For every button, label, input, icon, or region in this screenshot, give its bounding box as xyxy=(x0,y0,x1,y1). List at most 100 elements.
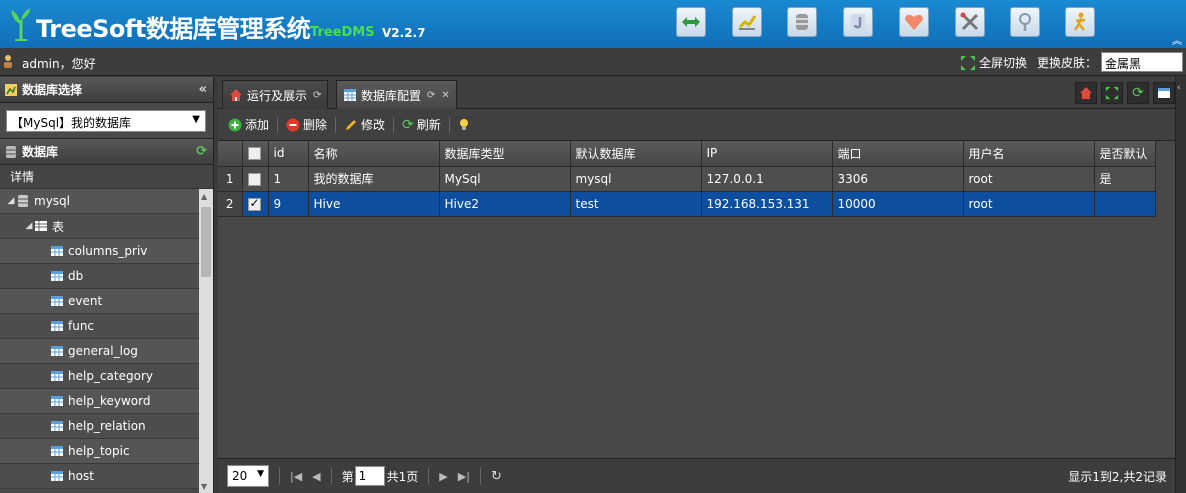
table-cell[interactable]: mysql xyxy=(570,166,702,192)
page-size-select[interactable]: 20 ▼ xyxy=(227,465,269,487)
tree-item[interactable]: host xyxy=(0,464,213,489)
database-button[interactable] xyxy=(787,7,817,37)
row-checkbox-cell[interactable] xyxy=(242,166,269,192)
tree-item[interactable]: columns_priv xyxy=(0,239,213,264)
database-select[interactable]: 【MySql】我的数据库 ▼ xyxy=(6,110,206,132)
reload-icon[interactable]: ↻ xyxy=(491,469,502,484)
tree-expand-icon[interactable]: ◢ xyxy=(24,221,34,231)
close-icon[interactable]: ✕ xyxy=(441,90,449,101)
swap-button[interactable] xyxy=(676,7,706,37)
table-row[interactable]: 29HiveHive2test192.168.153.13110000root xyxy=(218,191,1156,217)
column-header[interactable]: 数据库类型 xyxy=(439,141,571,167)
j-button[interactable] xyxy=(843,7,873,37)
tree-item-label: db xyxy=(68,269,84,283)
refresh-button[interactable]: ⟳ 刷新 xyxy=(402,116,441,133)
tools-button[interactable] xyxy=(955,7,985,37)
select-all-checkbox[interactable] xyxy=(247,147,261,161)
table-cell[interactable] xyxy=(1094,191,1156,217)
table-cell[interactable]: 我的数据库 xyxy=(308,166,440,192)
scroll-up-icon[interactable]: ▲ xyxy=(201,192,207,201)
tree-scrollbar[interactable]: ▲ ▼ xyxy=(199,189,213,493)
tree-item-label: columns_priv xyxy=(68,244,148,258)
column-header[interactable]: 端口 xyxy=(832,141,964,167)
table-cell[interactable]: 是 xyxy=(1094,166,1156,192)
tree-item[interactable]: func xyxy=(0,314,213,339)
tab-run-display[interactable]: 运行及展示 ⟳ xyxy=(222,80,329,109)
grid-toolbar: 添加 删除 修改 ⟳ 刷新 xyxy=(218,109,1175,141)
first-page-icon[interactable]: |◀ xyxy=(290,470,302,483)
column-header[interactable]: 是否默认 xyxy=(1094,141,1156,167)
page-number-input[interactable]: 1 xyxy=(354,466,385,486)
scroll-down-icon[interactable]: ▼ xyxy=(201,482,207,491)
tree-item[interactable]: db xyxy=(0,264,213,289)
fullscreen-toggle[interactable]: 全屏切换 xyxy=(960,54,1027,71)
favorite-button[interactable] xyxy=(899,7,929,37)
tab-refresh-icon[interactable]: ⟳ xyxy=(313,90,321,101)
table-cell[interactable]: 1 xyxy=(268,166,309,192)
record-info: 显示1到2,共2记录 xyxy=(1068,470,1167,484)
next-page-icon[interactable]: ▶ xyxy=(439,470,447,483)
tab-db-config[interactable]: 数据库配置 ⟳ ✕ xyxy=(336,80,457,109)
chart-button[interactable] xyxy=(732,7,762,37)
row-checkbox-cell[interactable] xyxy=(242,191,269,217)
select-all-header[interactable] xyxy=(242,141,269,167)
collapse-header-icon[interactable]: ︽ xyxy=(1172,32,1182,47)
collapse-left-icon[interactable]: « xyxy=(199,82,207,97)
home-button[interactable] xyxy=(1075,82,1097,104)
delete-button[interactable]: 删除 xyxy=(286,116,327,133)
table-cell[interactable]: 3306 xyxy=(832,166,964,192)
last-page-icon[interactable]: ▶| xyxy=(458,470,470,483)
tree-item[interactable]: help_topic xyxy=(0,439,213,464)
user-button[interactable] xyxy=(1065,7,1095,37)
row-checkbox[interactable] xyxy=(247,196,261,211)
app-header: TreeSoft数据库管理系统 TreeDMS V2.2.7 ︽ xyxy=(0,0,1186,48)
table-cell[interactable]: 192.168.153.131 xyxy=(701,191,833,217)
tree-item[interactable]: event xyxy=(0,289,213,314)
edit-button[interactable]: 修改 xyxy=(344,116,385,133)
detail-row[interactable]: 详情 xyxy=(0,165,213,189)
tree-item[interactable]: ◢ mysql xyxy=(0,189,213,214)
fullscreen-label: 全屏切换 xyxy=(979,56,1028,70)
tree-expand-icon[interactable]: ◢ xyxy=(6,196,16,206)
table-cell[interactable]: MySql xyxy=(439,166,571,192)
column-header[interactable]: 用户名 xyxy=(963,141,1095,167)
pagination-bar: 20 ▼ |◀ ◀ 第 1 共1页 ▶ ▶| ↻ 显示1到2,共2记录 xyxy=(218,458,1175,493)
tree-item[interactable]: general_log xyxy=(0,339,213,364)
table-cell[interactable]: root xyxy=(963,166,1095,192)
right-collapse-bar[interactable]: ‹ xyxy=(1175,77,1186,493)
table-cell[interactable]: Hive2 xyxy=(439,191,571,217)
column-header[interactable]: IP xyxy=(701,141,833,167)
scroll-thumb[interactable] xyxy=(201,207,211,277)
column-header[interactable]: id xyxy=(268,141,309,167)
table-icon xyxy=(51,271,63,281)
help-button[interactable] xyxy=(1010,7,1040,37)
table-cell[interactable]: test xyxy=(570,191,702,217)
tree-item[interactable]: help_relation xyxy=(0,414,213,439)
table-cell[interactable]: Hive xyxy=(308,191,440,217)
table-cell[interactable]: root xyxy=(963,191,1095,217)
skin-select[interactable]: 金属黑 xyxy=(1101,52,1183,72)
tree-item-label: general_log xyxy=(68,344,138,358)
table-row[interactable]: 1 1 我的数据库 MySql mysql 127.0.0.1 3306 root 是 xyxy=(218,166,1156,192)
chevron-left-icon: ‹ xyxy=(1177,83,1181,93)
column-header[interactable]: 名称 xyxy=(308,141,440,167)
tree-item[interactable]: help_keyword xyxy=(0,389,213,414)
tree-item-label: 表 xyxy=(52,219,65,234)
tree-item[interactable]: ◢ 表 xyxy=(0,214,213,239)
table-cell[interactable]: 127.0.0.1 xyxy=(701,166,833,192)
column-header[interactable]: 默认数据库 xyxy=(570,141,702,167)
tip-button[interactable] xyxy=(458,118,470,132)
table-cell[interactable]: 9 xyxy=(268,191,309,217)
table-icon xyxy=(51,296,63,306)
refresh-tree-icon[interactable]: ⟳ xyxy=(196,144,207,159)
table-cell[interactable]: 10000 xyxy=(832,191,964,217)
maximize-button[interactable] xyxy=(1101,82,1123,104)
add-button[interactable]: 添加 xyxy=(228,116,269,133)
tree-item[interactable]: help_category xyxy=(0,364,213,389)
tab-menu-button[interactable] xyxy=(1153,82,1175,104)
table-icon xyxy=(51,321,63,331)
refresh-tab-button[interactable]: ⟳ xyxy=(1127,82,1149,104)
tab-refresh-icon[interactable]: ⟳ xyxy=(427,90,435,101)
prev-page-icon[interactable]: ◀ xyxy=(312,470,320,483)
row-checkbox[interactable] xyxy=(247,172,261,186)
